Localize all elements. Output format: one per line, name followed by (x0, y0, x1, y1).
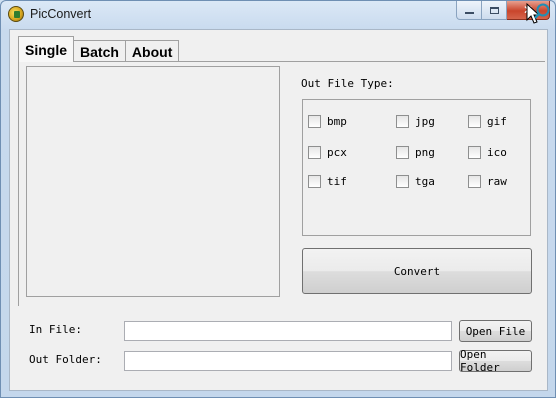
main-panel: Single Batch About Out File Type: bmp jp… (9, 29, 548, 391)
checkbox-label-pcx: pcx (327, 146, 347, 159)
out-folder-label: Out Folder: (29, 353, 102, 366)
checkbox-raw[interactable]: raw (468, 175, 507, 188)
checkbox-box[interactable] (308, 175, 321, 188)
checkbox-box[interactable] (396, 115, 409, 128)
checkbox-jpg[interactable]: jpg (396, 115, 435, 128)
checkbox-label-gif: gif (487, 115, 507, 128)
checkbox-box[interactable] (468, 146, 481, 159)
minimize-button[interactable] (456, 1, 482, 20)
tab-about[interactable]: About (124, 40, 180, 62)
open-folder-button[interactable]: Open Folder (459, 348, 532, 374)
checkbox-box[interactable] (308, 115, 321, 128)
checkbox-label-tga: tga (415, 175, 435, 188)
checkbox-tga[interactable]: tga (396, 175, 435, 188)
checkbox-ico[interactable]: ico (468, 146, 507, 159)
checkbox-tif[interactable]: tif (308, 175, 347, 188)
tab-batch[interactable]: Batch (73, 40, 126, 62)
in-file-label: In File: (29, 323, 82, 336)
minimize-icon (464, 12, 474, 14)
checkbox-box[interactable] (468, 175, 481, 188)
mouse-cursor-icon (526, 2, 550, 24)
checkbox-pcx[interactable]: pcx (308, 146, 347, 159)
checkbox-box[interactable] (396, 146, 409, 159)
tab-bar: Single Batch About (18, 36, 180, 62)
checkbox-label-tif: tif (327, 175, 347, 188)
app-window: PicConvert ✕ Single Batch About Out File… (0, 0, 556, 398)
checkbox-label-raw: raw (487, 175, 507, 188)
window-title: PicConvert (30, 7, 92, 21)
open-file-button[interactable]: Open File (459, 320, 532, 342)
title-bar[interactable]: PicConvert ✕ (1, 1, 555, 29)
maximize-icon (489, 6, 499, 14)
out-file-type-label: Out File Type: (301, 77, 394, 90)
image-preview (26, 66, 280, 297)
checkbox-label-ico: ico (487, 146, 507, 159)
out-folder-input[interactable] (124, 351, 452, 371)
checkbox-label-png: png (415, 146, 435, 159)
checkbox-gif[interactable]: gif (468, 115, 507, 128)
maximize-button[interactable] (482, 1, 507, 20)
checkbox-label-bmp: bmp (327, 115, 347, 128)
tab-single[interactable]: Single (18, 36, 75, 62)
convert-button[interactable]: Convert (302, 248, 532, 294)
in-file-input[interactable] (124, 321, 452, 341)
checkbox-bmp[interactable]: bmp (308, 115, 347, 128)
checkbox-box[interactable] (396, 175, 409, 188)
checkbox-box[interactable] (308, 146, 321, 159)
checkbox-png[interactable]: png (396, 146, 435, 159)
checkbox-label-jpg: jpg (415, 115, 435, 128)
checkbox-box[interactable] (468, 115, 481, 128)
app-logo-icon (8, 6, 24, 22)
